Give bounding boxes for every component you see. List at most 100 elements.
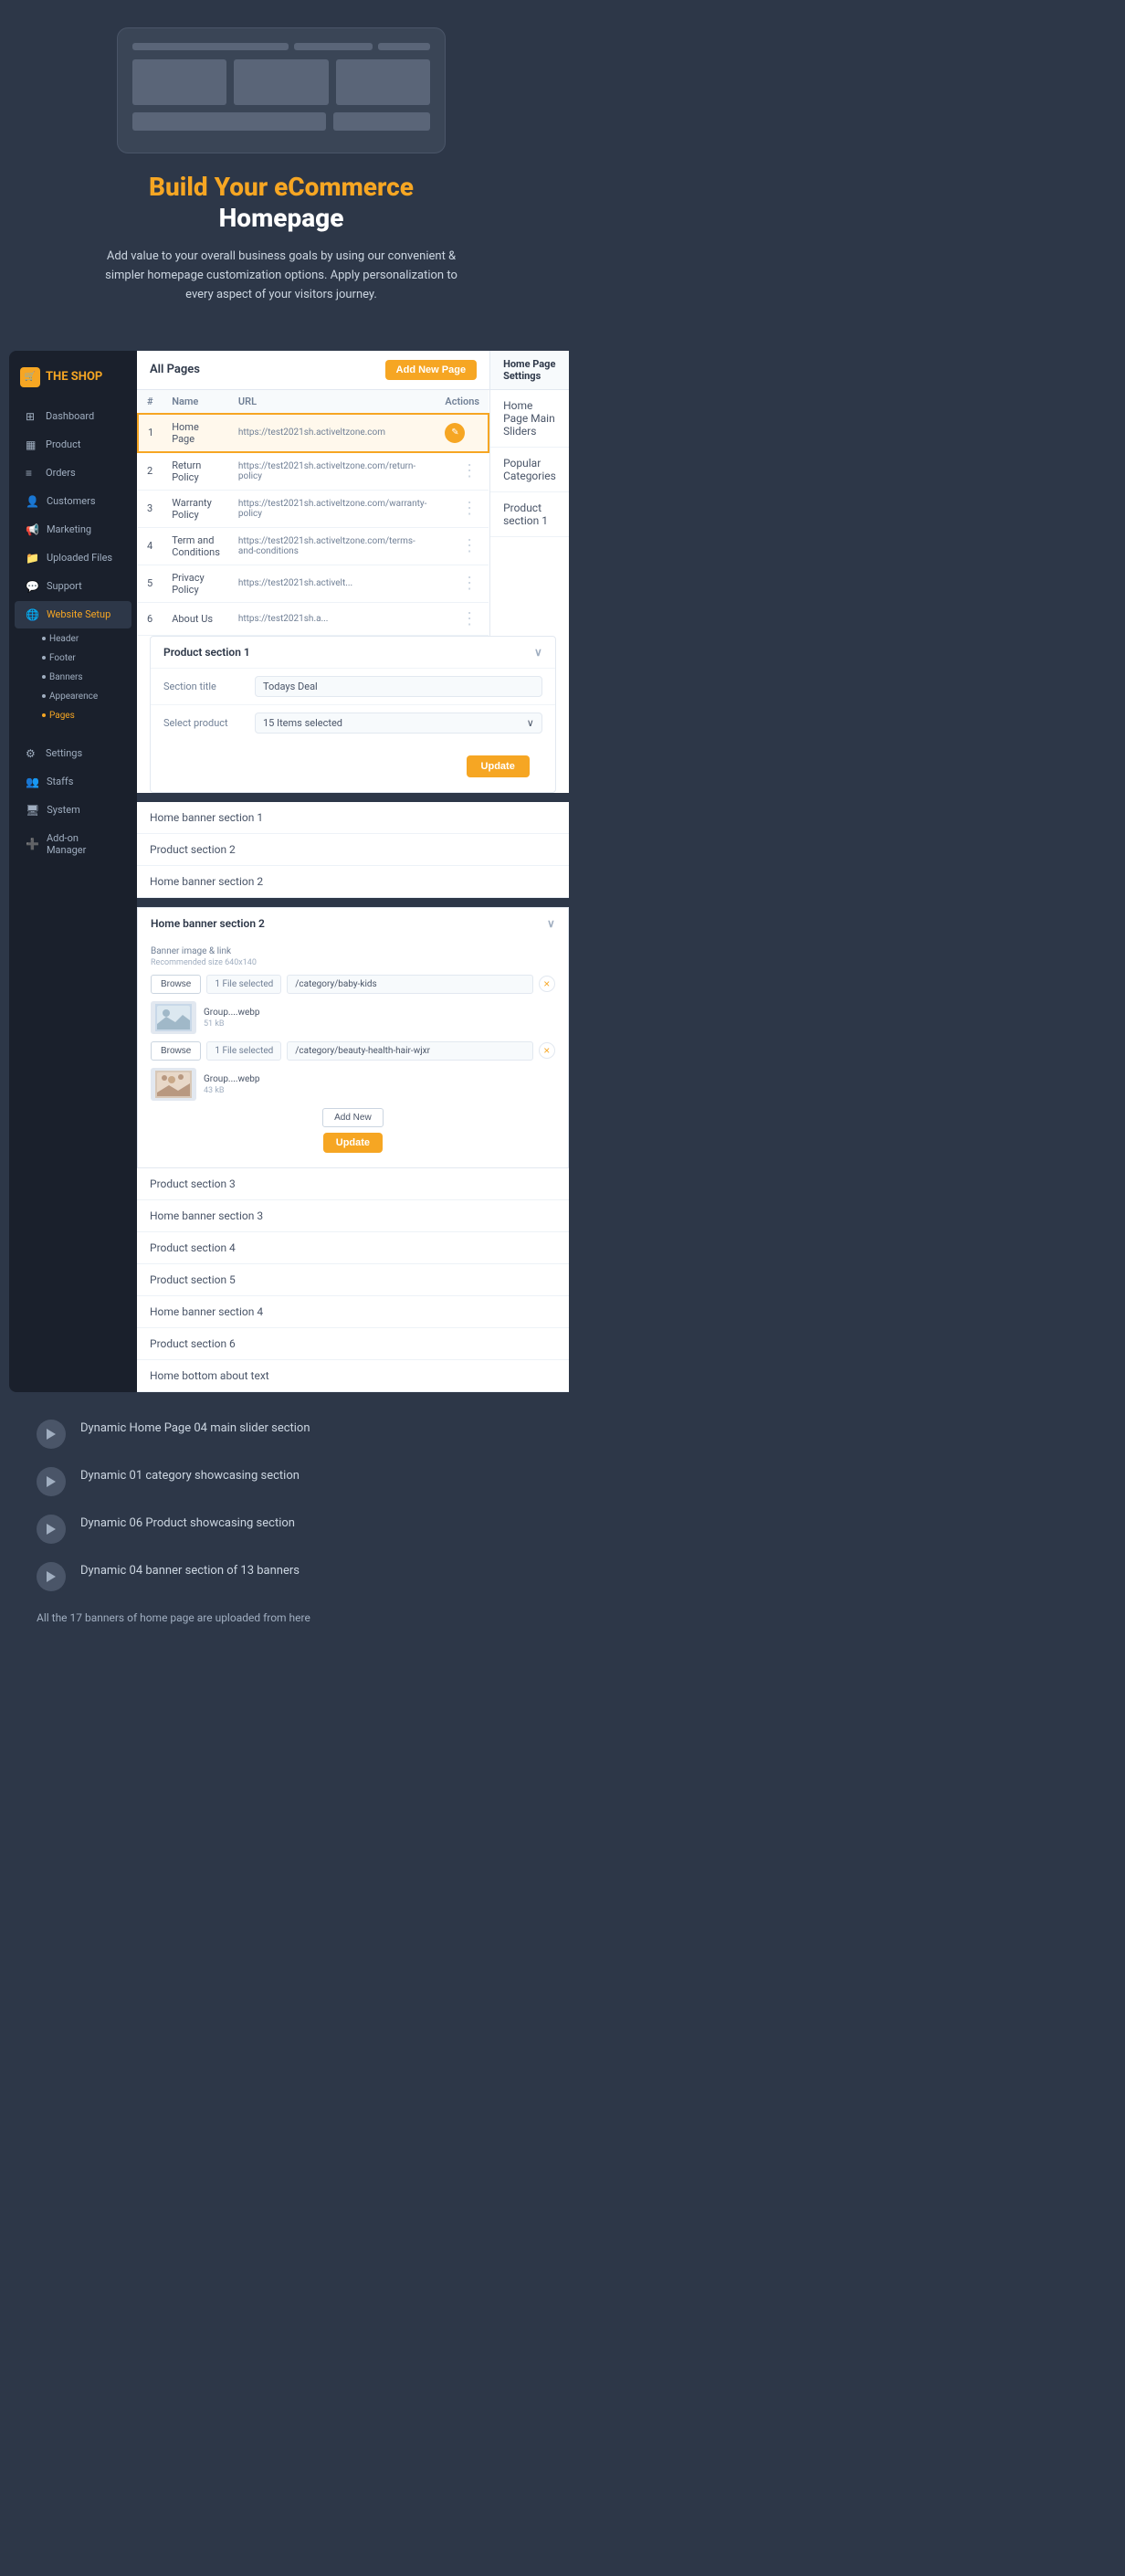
play-icon-3 (47, 1524, 56, 1535)
section-item-product6[interactable]: Product section 6 (137, 1328, 569, 1360)
pages-title: All Pages (150, 363, 200, 376)
section-item-product2[interactable]: Product section 2 (137, 834, 569, 866)
play-icon-1 (47, 1429, 56, 1440)
settings-item-categories[interactable]: Popular Categories (490, 448, 569, 492)
support-icon: 💬 (26, 580, 39, 593)
files-icon: 📁 (26, 552, 39, 565)
table-row[interactable]: 3 Warranty Policy https://test2021sh.act… (138, 490, 489, 527)
select-product-field: Select product 15 Items selected ∨ (151, 704, 555, 741)
sidebar-item-settings[interactable]: ⚙ Settings (15, 740, 131, 767)
section-item-home-banner-4[interactable]: Home banner section 4 (137, 1296, 569, 1328)
feature-note: All the 17 banners of home page are uplo… (37, 1610, 526, 1626)
sidebar-sub-pages[interactable]: Pages (31, 706, 137, 725)
settings-item-product1[interactable]: Product section 1 (490, 492, 569, 537)
main-content-wrapper: All Pages Add New Page # Name URL Action… (137, 351, 569, 1392)
sidebar-item-customers[interactable]: 👤 Customers (15, 488, 131, 515)
section-item-home-bottom-about[interactable]: Home bottom about text (137, 1360, 569, 1392)
sidebar-bottom: ⚙ Settings 👥 Staffs 🖥 System ➕ Add-on Ma… (9, 740, 137, 863)
orders-icon: ≡ (26, 467, 38, 480)
shop-icon: 🛒 (20, 367, 40, 387)
cell-url: https://test2021sh.activelt... (229, 565, 436, 602)
sidebar-item-system[interactable]: 🖥 System (15, 797, 131, 824)
file-selected-2: 1 File selected (206, 1041, 281, 1061)
sidebar-item-dashboard[interactable]: ⊞ Dashboard (15, 403, 131, 430)
mockup-content-row (132, 112, 430, 131)
cell-url: https://test2021sh.activeltzone.com (229, 414, 436, 452)
cell-actions: ⋮ (436, 490, 489, 527)
section-item-product5[interactable]: Product section 5 (137, 1264, 569, 1296)
sidebar-item-marketing[interactable]: 📢 Marketing (15, 516, 131, 544)
sidebar-item-label: Customers (47, 495, 96, 507)
table-row[interactable]: 4 Term and Conditions https://test2021sh… (138, 527, 489, 565)
add-new-button[interactable]: Add New (322, 1108, 384, 1127)
hero-title-orange: Build Your eCommerce (18, 172, 544, 203)
thumbnail-row-2: Group....webp 43 kB (151, 1068, 555, 1101)
section-item-product4[interactable]: Product section 4 (137, 1232, 569, 1264)
cell-name: About Us (163, 602, 229, 635)
pages-settings-split: All Pages Add New Page # Name URL Action… (137, 351, 569, 636)
table-row[interactable]: 5 Privacy Policy https://test2021sh.acti… (138, 565, 489, 602)
sidebar-item-website-setup[interactable]: 🌐 Website Setup (15, 601, 131, 628)
product-section1-update-button[interactable]: Update (467, 755, 530, 777)
section-title-value[interactable]: Todays Deal (255, 676, 542, 697)
sidebar-sub-header[interactable]: Header (31, 629, 137, 649)
select-product-value[interactable]: 15 Items selected ∨ (255, 713, 542, 734)
sidebar-sub-footer[interactable]: Footer (31, 649, 137, 668)
col-num: # (138, 390, 163, 414)
cell-num: 5 (138, 565, 163, 602)
sidebar-sub-appearence[interactable]: Appearence (31, 687, 137, 706)
sidebar-item-support[interactable]: 💬 Support (15, 573, 131, 600)
sidebar-item-product[interactable]: ▦ Product (15, 431, 131, 459)
add-new-page-button[interactable]: Add New Page (385, 360, 477, 380)
sidebar-item-label: Staffs (47, 776, 73, 787)
product-icon: ▦ (26, 438, 38, 451)
browse-button-2[interactable]: Browse (151, 1041, 201, 1061)
browse-button-1[interactable]: Browse (151, 975, 201, 994)
staffs-icon: 👥 (26, 776, 39, 788)
ui-container: 🛒 THE SHOP ⊞ Dashboard ▦ Product ≡ Order… (0, 351, 562, 1392)
sidebar-item-label: Add-on Manager (47, 832, 121, 856)
table-row[interactable]: 6 About Us https://test2021sh.a... ⋮ (138, 602, 489, 635)
thumbnail-2 (151, 1068, 196, 1101)
cell-num: 3 (138, 490, 163, 527)
section-item-home-banner-1[interactable]: Home banner section 1 (137, 802, 569, 834)
cell-actions: ⋮ (436, 565, 489, 602)
col-actions: Actions (436, 390, 489, 414)
pages-table: # Name URL Actions 1 Home Page https://t… (137, 390, 489, 636)
sidebar-sub-banners[interactable]: Banners (31, 668, 137, 687)
sidebar-item-staffs[interactable]: 👥 Staffs (15, 768, 131, 796)
settings-right-panel: Home Page Settings Home Page Main Slider… (489, 351, 569, 636)
sidebar-item-addon-manager[interactable]: ➕ Add-on Manager (15, 825, 131, 863)
section-item-product3[interactable]: Product section 3 (137, 1168, 569, 1200)
settings-icon: ⚙ (26, 747, 38, 760)
features-section: Dynamic Home Page 04 main slider section… (0, 1392, 562, 1653)
sidebar-item-label: Support (47, 580, 82, 592)
feature-item-2: Dynamic 01 category showcasing section (37, 1467, 526, 1496)
sidebar-item-label: Dashboard (46, 410, 94, 422)
pages-panel: All Pages Add New Page # Name URL Action… (137, 351, 489, 636)
settings-item-sliders[interactable]: Home Page Main Sliders (490, 390, 569, 448)
feature-item-4: Dynamic 04 banner section of 13 banners (37, 1562, 526, 1591)
table-row[interactable]: 2 Return Policy https://test2021sh.activ… (138, 452, 489, 491)
sidebar-item-uploaded-files[interactable]: 📁 Uploaded Files (15, 544, 131, 572)
sidebar-item-orders[interactable]: ≡ Orders (15, 459, 131, 487)
remove-button-2[interactable]: × (539, 1042, 555, 1059)
section-item-home-banner-3[interactable]: Home banner section 3 (137, 1200, 569, 1232)
file-path-1[interactable]: /category/baby-kids (287, 975, 533, 994)
sidebar: 🛒 THE SHOP ⊞ Dashboard ▦ Product ≡ Order… (9, 351, 137, 1392)
feature-icon-3 (37, 1515, 66, 1544)
table-row[interactable]: 1 Home Page https://test2021sh.activeltz… (138, 414, 489, 452)
sidebar-item-label: Product (46, 438, 80, 450)
cell-url: https://test2021sh.a... (229, 602, 436, 635)
feature-text-2: Dynamic 01 category showcasing section (80, 1467, 300, 1485)
cell-actions: ⋮ (436, 527, 489, 565)
edit-button[interactable]: ✎ (445, 423, 465, 443)
file-path-2[interactable]: /category/beauty-health-hair-wjxr (287, 1041, 533, 1061)
sidebar-item-label: System (47, 804, 80, 816)
section-item-home-banner-2[interactable]: Home banner section 2 (137, 866, 569, 898)
remove-button-1[interactable]: × (539, 976, 555, 992)
sidebar-logo-text: THE SHOP (46, 370, 102, 384)
thumbnail-row-1: Group....webp 51 kB (151, 1001, 555, 1034)
sidebar-item-label: Uploaded Files (47, 552, 112, 564)
update-banner-button[interactable]: Update (323, 1133, 383, 1153)
